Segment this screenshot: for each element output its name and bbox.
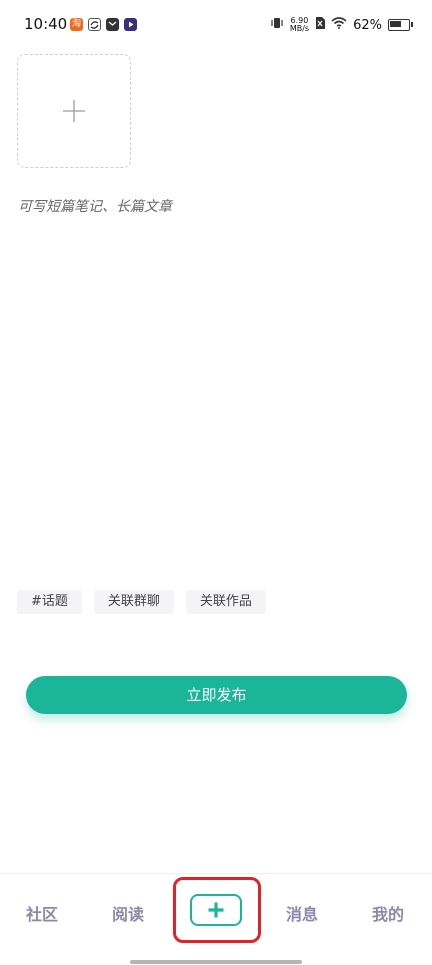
battery-percent: 62%: [353, 17, 382, 33]
taobao-notification-icon: 淘: [70, 18, 83, 31]
status-bar: 10:40 淘 6.90 MB/s 62%: [0, 0, 432, 50]
create-post-button[interactable]: [190, 894, 242, 926]
content-editor-placeholder[interactable]: 可写短篇笔记、长篇文章: [18, 196, 172, 216]
nav-community[interactable]: 社区: [26, 901, 58, 925]
vibrate-icon: [270, 17, 284, 33]
nav-mine[interactable]: 我的: [372, 901, 404, 925]
plus-icon: [208, 902, 224, 918]
no-sim-icon: [315, 17, 326, 33]
status-right-group: 6.90 MB/s 62%: [270, 16, 413, 34]
wifi-icon: [331, 17, 347, 33]
bottom-nav: 社区 阅读 消息 我的: [0, 873, 432, 965]
video-notification-icon: [124, 18, 137, 31]
plus-icon: [63, 100, 85, 122]
sync-notification-icon: [88, 18, 101, 31]
publish-button[interactable]: 立即发布: [26, 676, 407, 714]
home-indicator[interactable]: [130, 960, 302, 964]
nav-messages[interactable]: 消息: [286, 901, 318, 925]
network-speed-unit: MB/s: [289, 24, 310, 33]
status-time: 10:40: [24, 15, 68, 33]
battery-icon: [388, 19, 413, 31]
network-speed: 6.90 MB/s: [290, 17, 309, 33]
topic-tag-button[interactable]: #话题: [17, 590, 82, 614]
mail-notification-icon: [106, 18, 119, 31]
add-image-button[interactable]: [17, 54, 131, 168]
link-work-button[interactable]: 关联作品: [185, 590, 266, 614]
nav-read[interactable]: 阅读: [112, 901, 144, 925]
tag-row: #话题 关联群聊 关联作品: [17, 590, 266, 614]
link-group-chat-button[interactable]: 关联群聊: [93, 590, 174, 614]
